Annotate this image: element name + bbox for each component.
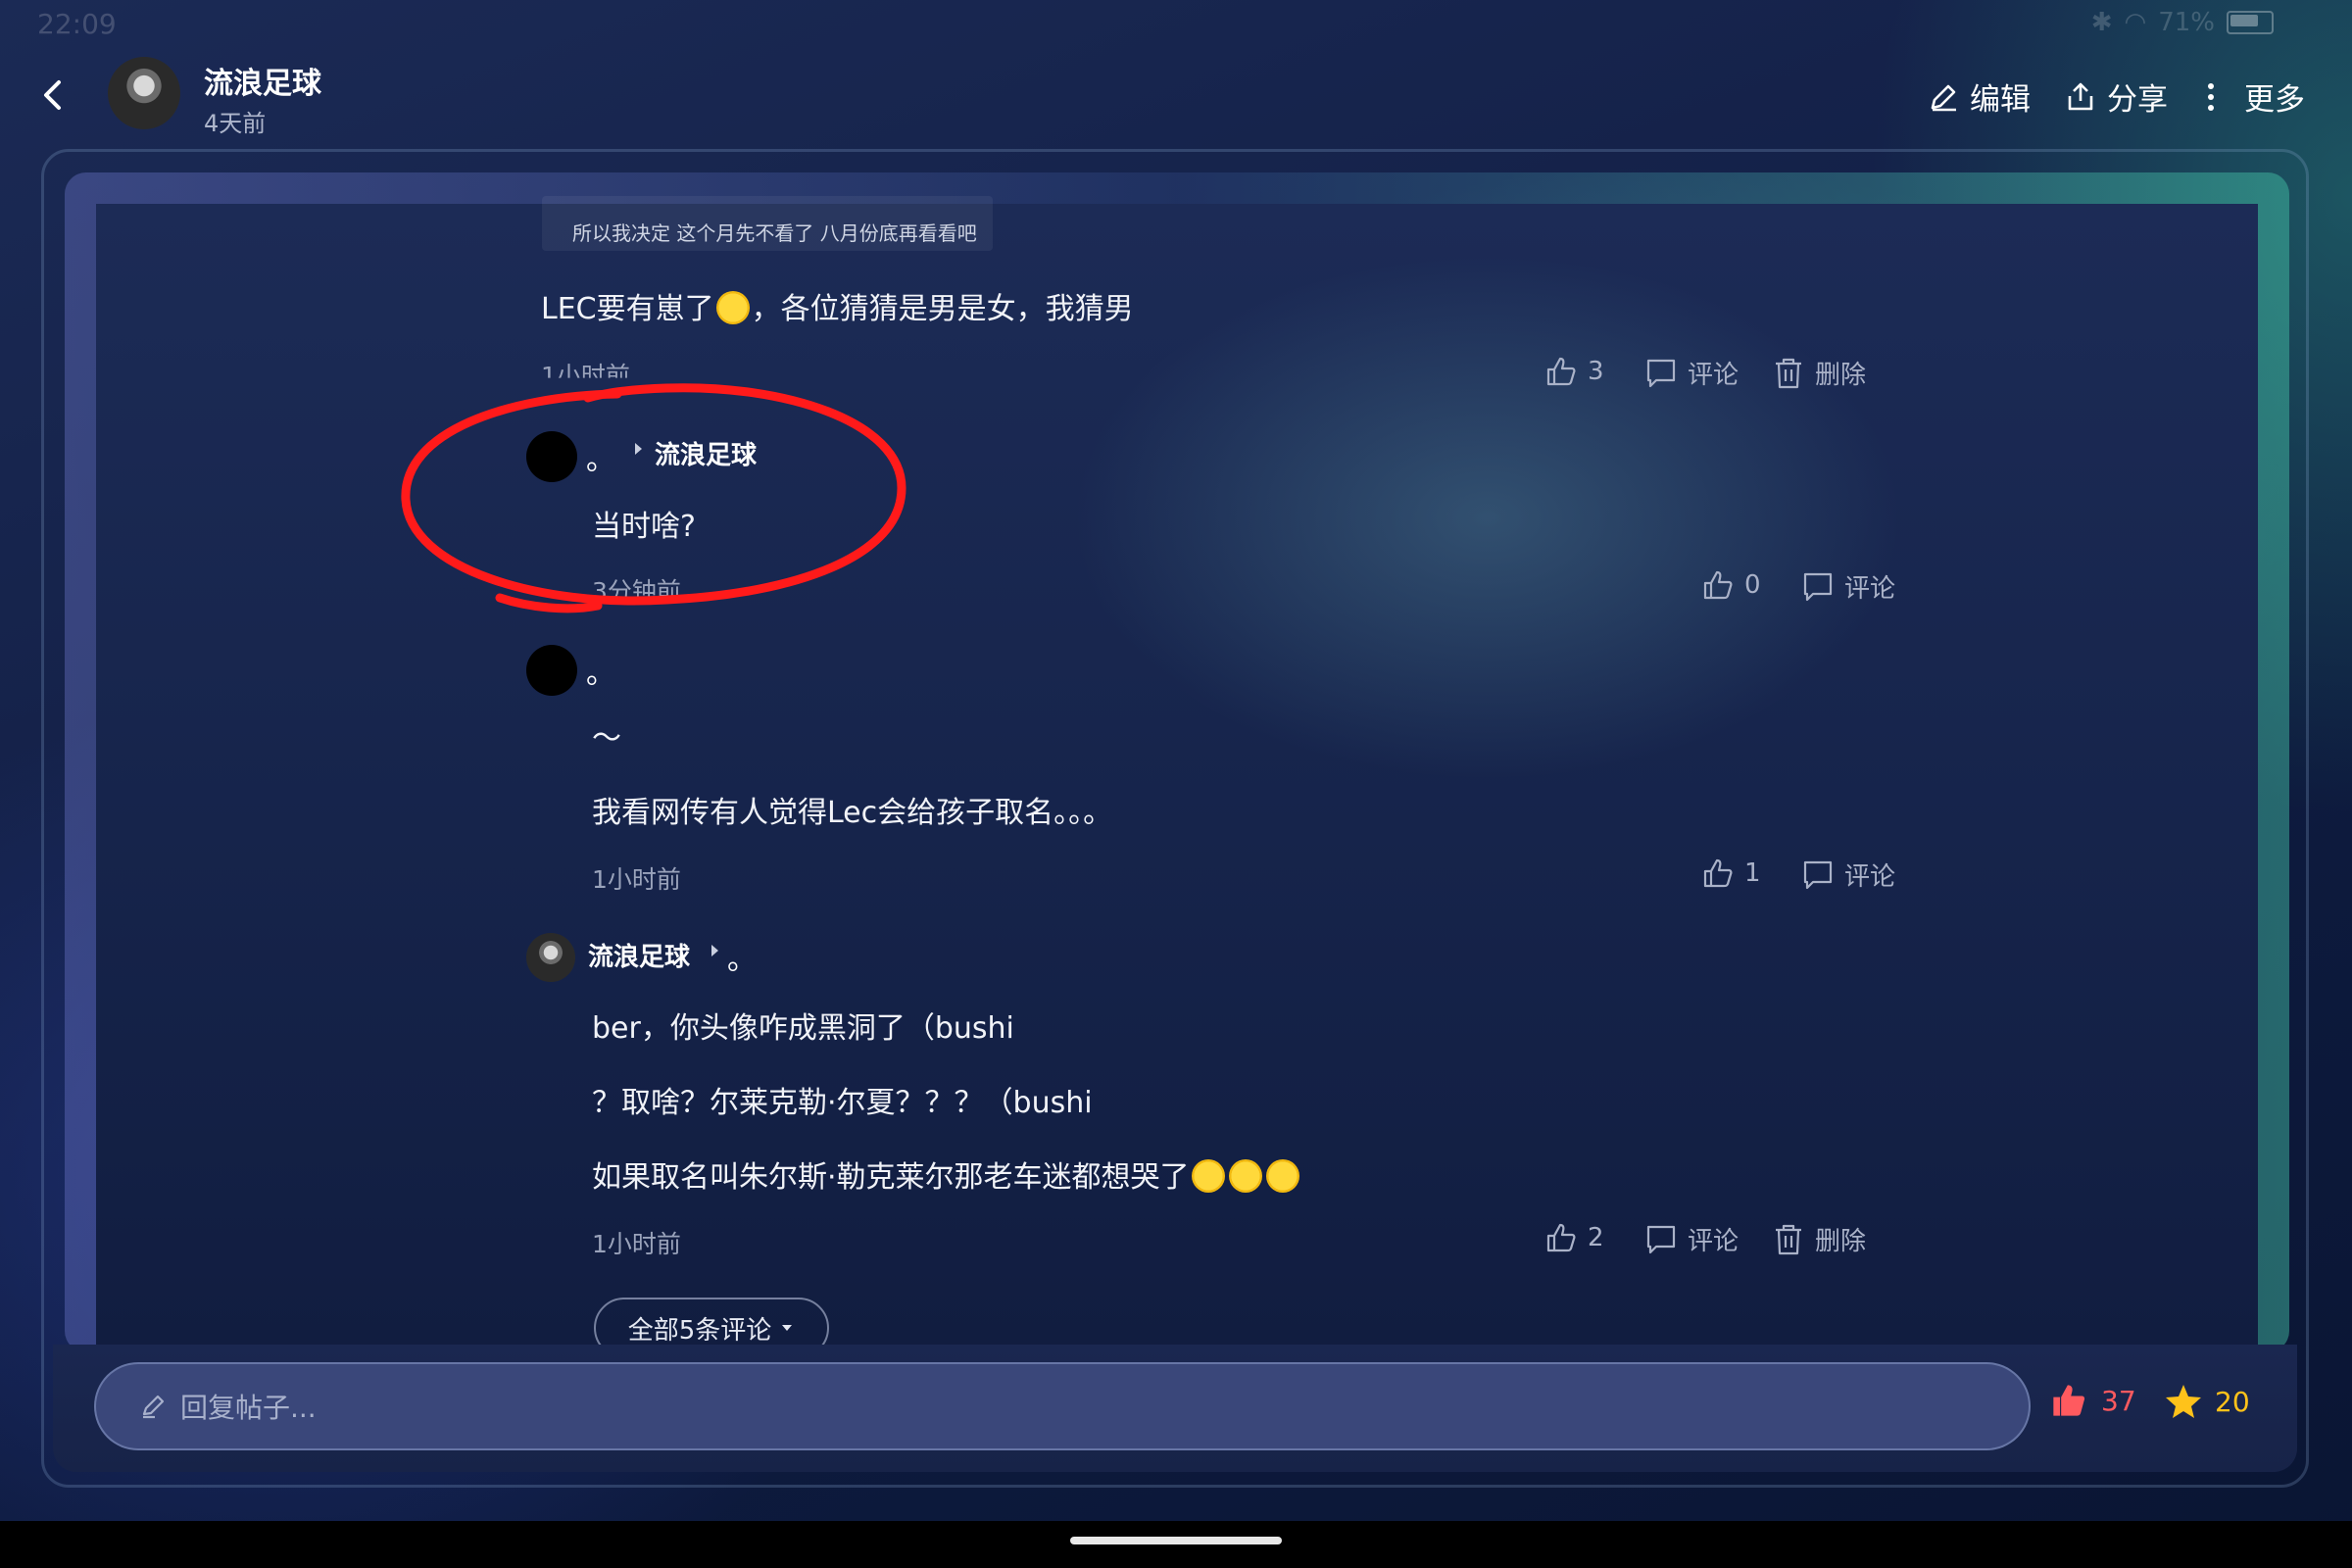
- edit-button[interactable]: 编辑: [1927, 74, 2031, 119]
- pencil-icon: [142, 1395, 165, 1419]
- crying-emoji-icon: [1265, 1159, 1299, 1193]
- more-label: 更多: [2244, 82, 2305, 118]
- reply-text-line-3-body: 如果取名叫朱尔斯·勒克莱尔那老车迷都想哭了: [592, 1160, 1190, 1195]
- share-icon: [2068, 82, 2093, 110]
- thumbs-up-filled-icon: [2053, 1385, 2085, 1416]
- delete-label: 删除: [1815, 361, 1867, 390]
- like-count: 0: [1744, 570, 1761, 600]
- status-icons: ✱ ◠ 71%: [2091, 8, 2274, 37]
- header-actions: 编辑 分享 更多: [1927, 74, 2305, 119]
- reply-comment-button[interactable]: 评论: [1644, 1221, 1739, 1257]
- reply-author[interactable]: 流浪足球: [588, 937, 690, 973]
- reply-time: 3分钟前: [592, 577, 681, 606]
- battery-percent: 71%: [2158, 8, 2215, 37]
- reply-to-name[interactable]: 流浪足球: [655, 435, 757, 471]
- wifi-icon: ◠: [2124, 8, 2147, 37]
- home-indicator[interactable]: [1070, 1537, 1282, 1544]
- author-avatar[interactable]: [108, 57, 180, 129]
- thumbs-up-icon: [1703, 858, 1733, 888]
- crying-emoji-icon: [1228, 1159, 1262, 1193]
- delete-label: 删除: [1815, 1227, 1867, 1256]
- quoted-reply-text: 所以我决定 这个月先不看了 八月份底再看看吧: [572, 221, 977, 245]
- post-favorite-count: 20: [2215, 1385, 2250, 1418]
- reply-author[interactable]: 。: [586, 435, 615, 478]
- comment-label: 评论: [1844, 574, 1896, 604]
- share-button[interactable]: 分享: [2064, 74, 2168, 119]
- star-icon: [2166, 1385, 2201, 1418]
- post-time: 4天前: [204, 110, 267, 137]
- reply-like-button[interactable]: 1: [1701, 857, 1761, 890]
- more-vertical-icon: [2208, 82, 2214, 111]
- main-comment-delete-button[interactable]: 删除: [1772, 355, 1866, 391]
- like-count: 3: [1588, 357, 1604, 386]
- main-comment-reply-button[interactable]: 评论: [1644, 355, 1739, 391]
- more-button[interactable]: 更多: [2201, 74, 2305, 119]
- comment-icon: [1646, 1225, 1676, 1253]
- reply-text: 当时啥?: [592, 510, 696, 544]
- reply-author[interactable]: 。: [586, 649, 615, 692]
- reply-text-line-2: 我看网传有人觉得Lec会给孩子取名。。。: [592, 796, 1113, 830]
- reply-text-line-3: 如果取名叫朱尔斯·勒克莱尔那老车迷都想哭了: [592, 1152, 1301, 1196]
- author-name[interactable]: 流浪足球: [204, 59, 321, 102]
- like-count: 2: [1588, 1223, 1604, 1252]
- trash-icon: [1776, 358, 1801, 388]
- system-nav-bar: [0, 1521, 2352, 1568]
- comment-icon: [1803, 860, 1833, 889]
- bluetooth-icon: ✱: [2090, 8, 2113, 37]
- caret-down-icon: [782, 1325, 793, 1331]
- status-time: 22:09: [37, 8, 117, 40]
- post-header: 流浪足球 4天前 编辑 分享 更多: [0, 49, 2352, 147]
- main-comment-text: LEC要有崽了 ，各位猜猜是男是女，我猜男: [541, 284, 1134, 327]
- reply-arrow-icon: [635, 443, 642, 455]
- like-count: 1: [1744, 858, 1761, 888]
- trash-icon: [1776, 1224, 1801, 1254]
- all-comments-label: 全部5条评论: [627, 1315, 772, 1346]
- edit-label: 编辑: [1970, 82, 2031, 118]
- reply-text-line-2: ？取啥？尔莱克勒·尔夏？？？（bushi: [592, 1086, 1093, 1120]
- reply-time: 1小时前: [592, 865, 681, 894]
- reply-avatar[interactable]: [526, 431, 577, 482]
- back-button[interactable]: [29, 71, 78, 120]
- pencil-icon: [1931, 84, 1956, 111]
- main-comment-text-start: LEC要有崽了: [541, 292, 714, 326]
- smile-emoji-icon: [715, 291, 750, 324]
- thumbs-up-icon: [1546, 1223, 1576, 1252]
- reply-avatar[interactable]: [526, 933, 575, 982]
- battery-icon: [2227, 11, 2274, 34]
- thumbs-up-icon: [1546, 357, 1576, 386]
- post-like-count: 37: [2101, 1384, 2136, 1417]
- status-bar: 22:09 ✱ ◠ 71%: [0, 0, 2352, 43]
- reply-time: 1小时前: [592, 1230, 681, 1258]
- reply-comment-button[interactable]: 评论: [1801, 568, 1895, 605]
- comment-label: 评论: [1688, 361, 1740, 390]
- chevron-left-icon: [44, 80, 61, 110]
- thumbs-up-icon: [1703, 570, 1733, 600]
- comment-icon: [1646, 359, 1676, 387]
- reply-arrow-icon: [711, 945, 718, 956]
- post-favorite-button[interactable]: 20: [2164, 1382, 2250, 1421]
- crying-emoji-icon: [1191, 1159, 1225, 1193]
- reply-delete-button[interactable]: 删除: [1772, 1221, 1866, 1257]
- post-like-button[interactable]: 37: [2050, 1382, 2136, 1419]
- reply-placeholder: 回复帖子...: [180, 1392, 317, 1424]
- main-comment-text-end: ，各位猜猜是男是女，我猜男: [751, 292, 1134, 326]
- comment-icon: [1803, 572, 1833, 601]
- comment-label: 评论: [1844, 862, 1896, 892]
- reply-to-name[interactable]: 。: [727, 935, 757, 978]
- reply-like-button[interactable]: 0: [1701, 568, 1761, 602]
- reply-comment-button[interactable]: 评论: [1801, 857, 1895, 893]
- main-comment-like-button[interactable]: 3: [1544, 355, 1604, 388]
- reply-text-line-1: ～: [592, 721, 621, 756]
- reply-avatar[interactable]: [526, 645, 577, 696]
- reply-input[interactable]: 回复帖子...: [94, 1362, 2031, 1450]
- comment-label: 评论: [1688, 1227, 1740, 1256]
- reply-like-button[interactable]: 2: [1544, 1221, 1604, 1254]
- share-label: 分享: [2107, 82, 2168, 118]
- reply-text-line-1: ber，你头像咋成黑洞了（bushi: [592, 1011, 1014, 1046]
